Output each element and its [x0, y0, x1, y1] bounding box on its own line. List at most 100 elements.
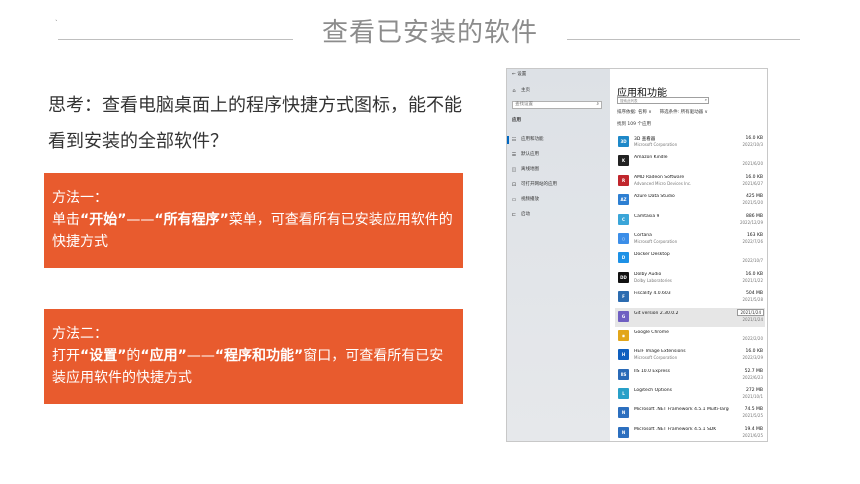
app-size: 272 MB: [746, 388, 763, 394]
startup-icon: ⊏: [511, 212, 517, 218]
app-icon: 3D: [618, 136, 629, 147]
app-size: 425 MB: [746, 194, 763, 200]
app-icon: R: [618, 174, 629, 186]
search-icon: ⌕: [704, 97, 707, 102]
method-two-heading: 方法二：: [52, 326, 108, 342]
app-list-item[interactable]: 3D 3D 查看器 Microsoft Corporation 16.0 KB 2022…: [615, 133, 765, 152]
app-name: Fiscality 4.0.603: [634, 291, 671, 297]
back-button[interactable]: ← 设置: [512, 72, 526, 78]
app-icon: N: [618, 407, 629, 419]
app-size: 16.0 KB: [745, 349, 764, 355]
app-name: IIS 10.0 Express: [634, 368, 670, 374]
app-icon: C: [618, 213, 629, 225]
sidebar-item-3[interactable]: ⊡ 可打开网站的应用: [511, 182, 557, 188]
app-list-item[interactable]: ○ Cortana Microsoft Corporation 163 KB 2022/…: [615, 230, 765, 249]
settings-window: ← 设置 ⌂ 主页 查找设置 ⌕ 应用 ☷ 应用和功能 ☰ 默认应用 ◫ 离线地图 ⊡ 可打开…: [506, 68, 768, 442]
settings-search-input[interactable]: 查找设置 ⌕: [512, 101, 602, 109]
method-two-body: 打开“设置”的“应用”——“程序和功能”窗口，可查看所有已安装应用软件的快捷方式: [52, 348, 444, 386]
app-list-item[interactable]: H HEIF Image Extensions Microsoft Corporat…: [615, 346, 765, 365]
method-one-body: 单击“开始”——“所有程序”菜单，可查看所有已安装应用软件的快捷方式: [52, 212, 453, 250]
sidebar-item-4[interactable]: ▭ 视频播放: [511, 197, 539, 203]
app-date: 2022/6/23: [742, 374, 763, 380]
list-search-input[interactable]: 搜索此列表 ⌕: [617, 97, 709, 104]
app-size: 16.0 KB: [745, 136, 764, 141]
app-list-item[interactable]: DD Dolby Audio Dolby Laboratories 16.0 KB 20…: [615, 269, 765, 288]
app-icon: AZ: [618, 194, 629, 206]
app-list-item[interactable]: F Fiscality 4.0.603 504 MB 2021/5/28: [615, 288, 765, 307]
app-name: Azure Data Studio: [634, 194, 675, 200]
sidebar-item-0[interactable]: ☷ 应用和功能: [507, 136, 544, 144]
app-icon: ◉: [618, 329, 629, 341]
app-name: Camtasia 9: [634, 213, 660, 219]
app-date: 2022/10/3: [742, 142, 763, 147]
app-list: 3D 3D 查看器 Microsoft Corporation 16.0 KB 2022…: [615, 133, 765, 441]
app-icon: ○: [618, 232, 629, 244]
method-one-heading: 方法一：: [52, 190, 108, 206]
app-publisher: Microsoft Corporation: [634, 355, 678, 361]
slide-title: 查看已安装的软件: [321, 18, 538, 48]
question-text: 思考：查看电脑桌面上的程序快捷方式图标，能不能看到安装的全部软件？: [48, 95, 462, 152]
app-list-item[interactable]: K Amazon Kindle 2021/6/20: [615, 152, 765, 171]
app-publisher: Advanced Micro Devices Inc.: [634, 180, 692, 186]
app-name: Amazon Kindle: [634, 155, 668, 161]
app-size: 16.0 KB: [745, 271, 764, 277]
app-date: 2021/5/20: [742, 200, 763, 206]
app-icon: N: [618, 426, 629, 438]
app-name: Microsoft .NET Framework 4.5.1 SDK: [634, 426, 717, 432]
app-date: 2021/5/28: [742, 297, 763, 303]
app-date: 2021/10/1: [742, 394, 763, 400]
app-list-item[interactable]: N Microsoft .NET Framework 4.5.1 SDK 19.4 …: [615, 424, 765, 441]
app-list-item[interactable]: G Git version 2.30.0.2 2021/1/24 2021/1/24: [615, 307, 765, 327]
app-list-item[interactable]: L Logitech Options 272 MB 2021/10/1: [615, 385, 765, 404]
app-icon: D: [618, 252, 629, 264]
sidebar-item-label: 离线地图: [521, 167, 539, 172]
sidebar-item-1[interactable]: ☰ 默认应用: [511, 152, 539, 158]
filter-dropdown[interactable]: 筛选条件: 所有驱动器 ∨: [660, 110, 708, 116]
app-icon: DD: [618, 271, 629, 283]
app-count: 找到 109 个应用: [617, 122, 651, 127]
sidebar-item-label: 应用和功能: [521, 137, 544, 142]
app-name: Google Chrome: [634, 329, 669, 335]
method-one-box: 方法一： 单击“开始”——“所有程序”菜单，可查看所有已安装应用软件的快捷方式: [44, 173, 463, 268]
app-list-item[interactable]: ◉ Google Chrome 2022/2/20: [615, 327, 765, 346]
sidebar-item-label: 启动: [521, 212, 530, 217]
app-list-item[interactable]: R AMD Radeon Software Advanced Micro Devic…: [615, 172, 765, 191]
app-date: 2022/7/26: [742, 238, 763, 244]
app-date: 2021/6/25: [742, 432, 763, 438]
app-size: 886 MB: [746, 213, 763, 219]
filter-bar: 排序依据: 名称 ∨ 筛选条件: 所有驱动器 ∨: [617, 110, 708, 116]
sort-dropdown[interactable]: 排序依据: 名称 ∨: [617, 110, 652, 116]
app-date: 2022/2/20: [742, 335, 763, 341]
home-icon: ⌂: [512, 88, 516, 94]
app-icon: H: [618, 349, 629, 361]
app-icon: L: [618, 388, 629, 400]
sidebar-item-label: 可打开网站的应用: [521, 182, 557, 187]
sidebar-item-5[interactable]: ⊏ 启动: [511, 212, 530, 218]
app-name: Docker Desktop: [634, 252, 670, 258]
websites-icon: ⊡: [511, 182, 517, 188]
app-list-item[interactable]: D Docker Desktop 2022/10/7: [615, 249, 765, 268]
offline-maps-icon: ◫: [511, 167, 517, 173]
sidebar-item-2[interactable]: ◫ 离线地图: [511, 167, 539, 173]
app-name: Logitech Options: [634, 388, 672, 394]
app-list-item[interactable]: IIS IIS 10.0 Express 52.7 MB 2022/6/23: [615, 366, 765, 385]
sidebar-item-home[interactable]: ⌂ 主页: [511, 88, 530, 94]
default-apps-icon: ☰: [511, 152, 517, 158]
app-list-item[interactable]: AZ Azure Data Studio 425 MB 2021/5/20: [615, 191, 765, 210]
app-name: Microsoft .NET Framework 4.5.1 Multi-Tar…: [634, 407, 729, 413]
video-icon: ▭: [511, 197, 517, 203]
app-date: 2022/10/7: [742, 258, 763, 264]
app-size: 52.7 MB: [744, 368, 763, 374]
settings-sidebar: ← 设置 ⌂ 主页 查找设置 ⌕ 应用 ☷ 应用和功能 ☰ 默认应用 ◫ 离线地图 ⊡ 可打开…: [507, 69, 610, 441]
app-name: Dolby Audio: [634, 271, 662, 277]
app-name: AMD Radeon Software: [634, 174, 685, 180]
app-date: 2022/12/29: [739, 219, 763, 225]
app-size: 163 KB: [746, 232, 763, 238]
app-publisher: Microsoft Corporation: [634, 238, 678, 244]
app-name: Git version 2.30.0.2: [634, 310, 679, 316]
app-date: 2021/1/24: [742, 316, 763, 322]
sidebar-item-label: 默认应用: [521, 152, 539, 157]
app-list-item[interactable]: C Camtasia 9 886 MB 2022/12/29: [615, 211, 765, 230]
method-two-box: 方法二： 打开“设置”的“应用”——“程序和功能”窗口，可查看所有已安装应用软件…: [44, 309, 463, 404]
app-list-item[interactable]: N Microsoft .NET Framework 4.5.1 Multi-Ta…: [615, 404, 765, 423]
